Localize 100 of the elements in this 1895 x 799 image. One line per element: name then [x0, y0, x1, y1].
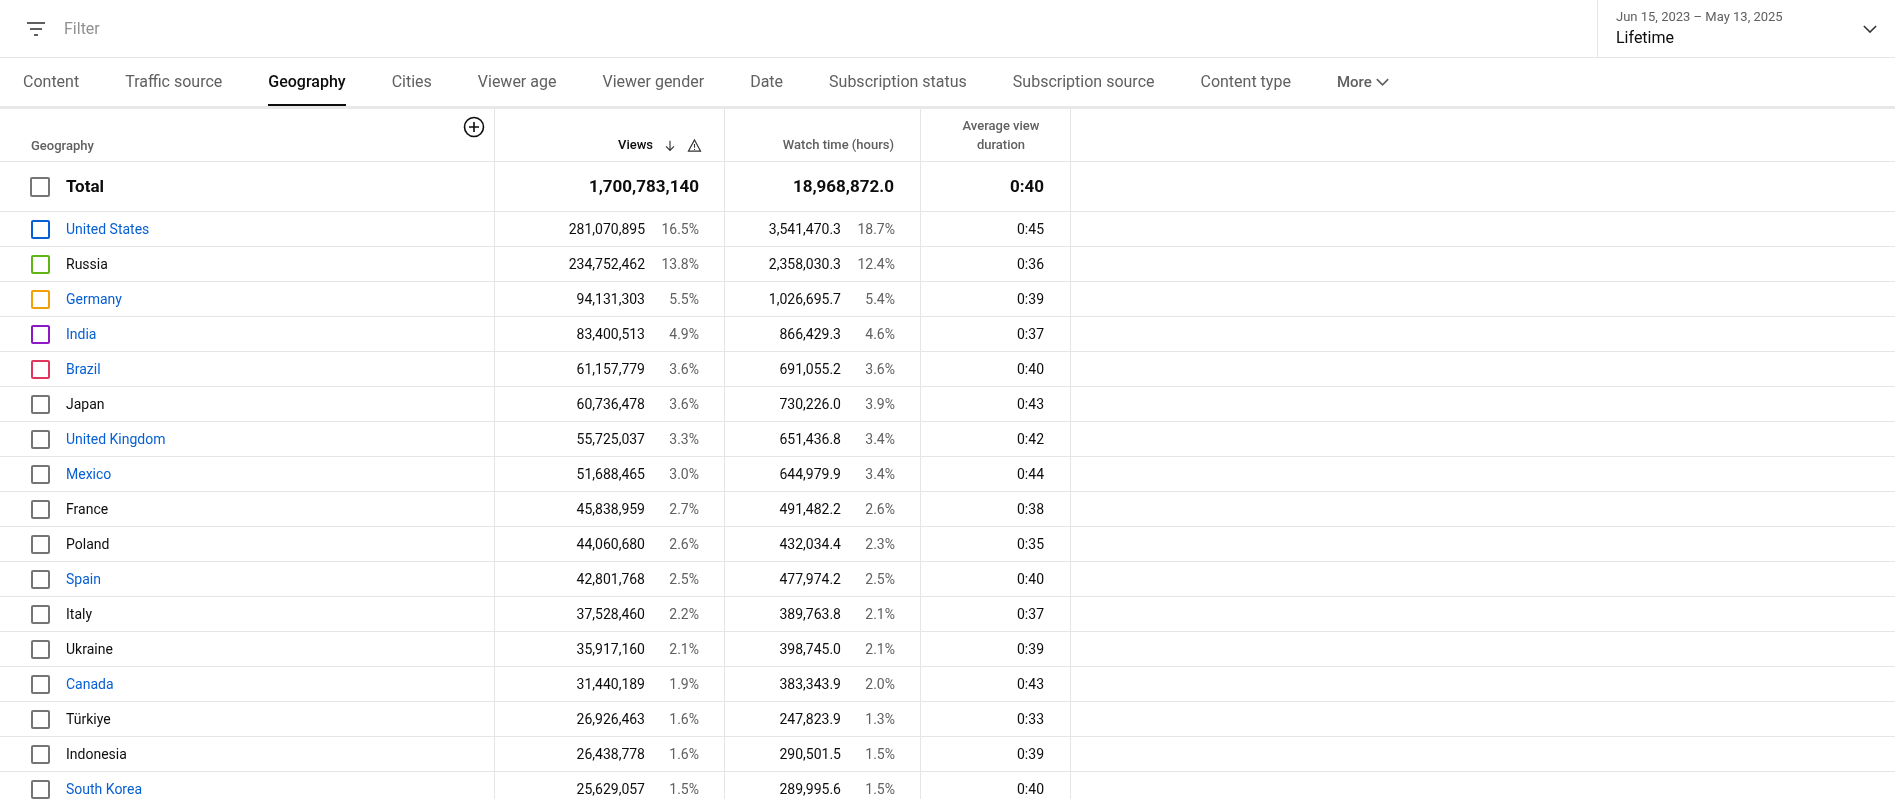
table-cell-text: 290,501.5 — [779, 744, 841, 764]
country-link[interactable]: Brazil — [66, 358, 101, 380]
share-percent: 2.3% — [864, 534, 895, 554]
tab[interactable]: Cities — [391, 58, 432, 106]
country-link[interactable]: India — [66, 323, 97, 345]
tab[interactable]: Geography — [268, 58, 346, 106]
checkbox[interactable] — [31, 499, 50, 519]
table-cell-text: 0:37 — [1017, 324, 1044, 344]
more-tab[interactable]: More — [1336, 58, 1389, 106]
table-cell-text: 398,745.0 — [779, 639, 841, 659]
country-link[interactable]: Spain — [66, 568, 101, 590]
share-percent: 3.4% — [864, 464, 895, 484]
table-cell-text: 0:43 — [1017, 674, 1044, 694]
table-cell-text: 0:35 — [1017, 534, 1044, 554]
checkbox[interactable] — [30, 176, 50, 197]
table-cell-text: 0:40 — [1009, 174, 1044, 198]
checkbox[interactable] — [31, 639, 50, 659]
checkbox[interactable] — [31, 324, 50, 344]
country-link[interactable]: United States — [66, 218, 150, 240]
column-header[interactable]: Average view duration — [958, 116, 1044, 154]
checkbox[interactable] — [31, 254, 50, 274]
share-percent: 3.6% — [864, 359, 895, 379]
share-percent: 12.4% — [856, 254, 895, 274]
table-cell-text: 0:33 — [1017, 709, 1044, 729]
country-link[interactable]: United Kingdom — [66, 428, 166, 450]
table-cell-text: 281,070,895 — [568, 219, 645, 239]
sort-down-icon[interactable] — [663, 139, 677, 153]
share-percent: 2.7% — [668, 499, 699, 519]
table-cell-text: 491,482.2 — [779, 499, 841, 519]
table-cell-text: 26,438,778 — [576, 744, 645, 764]
table-cell-text: 389,763.8 — [779, 604, 841, 624]
table-cell-text: 0:45 — [1017, 219, 1044, 239]
table-cell-text: 0:39 — [1017, 639, 1044, 659]
share-percent: 3.0% — [668, 464, 699, 484]
share-percent: 2.6% — [668, 534, 699, 554]
add-column-icon[interactable] — [462, 115, 486, 139]
column-header[interactable]: Watch time (hours) — [782, 134, 894, 154]
tab[interactable]: Subscription status — [829, 58, 967, 106]
country-link[interactable]: Germany — [66, 288, 122, 310]
checkbox[interactable] — [31, 534, 50, 554]
share-percent: 5.4% — [864, 289, 895, 309]
table-cell-text: 2,358,030.3 — [768, 254, 841, 274]
country-link[interactable]: Mexico — [66, 463, 112, 485]
share-percent: 1.3% — [864, 709, 895, 729]
tab[interactable]: Viewer gender — [602, 58, 705, 106]
column-header[interactable]: Views — [618, 134, 653, 154]
share-percent: 2.0% — [864, 674, 895, 694]
table-cell-text: 45,838,959 — [576, 499, 645, 519]
checkbox[interactable] — [31, 604, 50, 624]
share-percent: 1.5% — [864, 779, 895, 799]
country-link[interactable]: Canada — [66, 673, 114, 695]
table-cell-text: 1,026,695.7 — [768, 289, 841, 309]
checkbox[interactable] — [31, 709, 50, 729]
checkbox[interactable] — [31, 569, 50, 589]
table-cell-text: 55,725,037 — [576, 429, 645, 449]
filter-field[interactable]: Filter — [64, 16, 464, 41]
checkbox[interactable] — [31, 779, 50, 799]
share-percent: 18.7% — [856, 219, 895, 239]
checkbox[interactable] — [31, 359, 50, 379]
warning-icon[interactable] — [687, 138, 702, 153]
tab[interactable]: Content type — [1200, 58, 1291, 106]
table-cell-text: 35,917,160 — [576, 639, 645, 659]
country-name: Türkiye — [66, 709, 111, 729]
checkbox[interactable] — [31, 289, 50, 309]
table-cell-text: 477,974.2 — [779, 569, 841, 589]
table-cell-text: 651,436.8 — [779, 429, 841, 449]
table-cell-text: 866,429.3 — [779, 324, 841, 344]
table-cell-text: 51,688,465 — [576, 464, 645, 484]
checkbox[interactable] — [31, 464, 50, 484]
table-cell-text: 0:40 — [1017, 569, 1044, 589]
share-percent: 3.4% — [864, 429, 895, 449]
tab[interactable]: Traffic source — [125, 58, 223, 106]
table-cell-text: 0:38 — [1017, 499, 1044, 519]
tab[interactable]: Date — [750, 58, 784, 106]
country-name: Russia — [66, 254, 108, 274]
table-cell-text: 61,157,779 — [576, 359, 645, 379]
country-name: Ukraine — [66, 639, 113, 659]
table-cell-text: 25,629,057 — [576, 779, 645, 799]
table-cell-text: 432,034.4 — [779, 534, 841, 554]
country-name: Japan — [66, 394, 105, 414]
checkbox[interactable] — [31, 219, 50, 239]
table-cell-text: 644,979.9 — [779, 464, 841, 484]
table-cell-text: 730,226.0 — [779, 394, 841, 414]
country-link[interactable]: South Korea — [66, 778, 142, 799]
date-range-dropdown[interactable]: Jun 15, 2023 – May 13, 2025 Lifetime — [1597, 0, 1895, 57]
tab[interactable]: Subscription source — [1012, 58, 1155, 106]
table-cell-text: 3,541,470.3 — [768, 219, 841, 239]
tab[interactable]: Content — [23, 58, 80, 106]
share-percent: 13.8% — [660, 254, 699, 274]
table-cell-text: 0:40 — [1017, 779, 1044, 799]
share-percent: 2.1% — [864, 639, 895, 659]
tab[interactable]: Viewer age — [477, 58, 557, 106]
checkbox[interactable] — [31, 744, 50, 764]
share-percent: 5.5% — [668, 289, 699, 309]
checkbox[interactable] — [31, 394, 50, 414]
table-cell-text: 0:40 — [1017, 359, 1044, 379]
table-cell-text: 247,823.9 — [779, 709, 841, 729]
column-header[interactable]: Geography — [31, 135, 94, 155]
checkbox[interactable] — [31, 429, 50, 449]
checkbox[interactable] — [31, 674, 50, 694]
